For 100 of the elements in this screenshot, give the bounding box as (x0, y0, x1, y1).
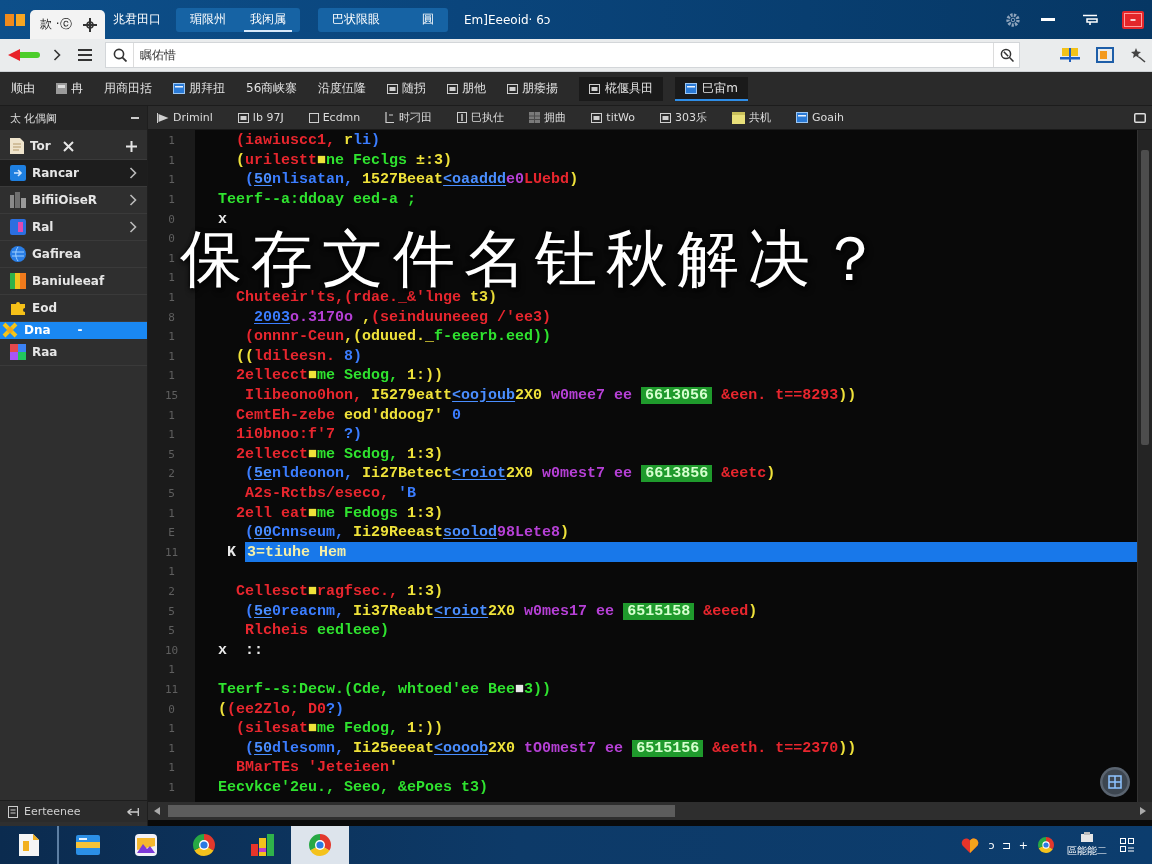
arrow-right-icon[interactable] (1140, 807, 1146, 815)
line-number: 1 (167, 741, 176, 755)
arrow-bar-icon[interactable] (127, 807, 139, 816)
grid-circle-icon[interactable] (1100, 767, 1130, 797)
scrollbar-thumb[interactable] (168, 805, 675, 817)
back-arrow-icon[interactable] (8, 49, 40, 61)
code-line: Teerf--a:ddoay eed-a ; (218, 190, 417, 210)
title-tab[interactable]: 我闲属 (244, 7, 292, 32)
search-icon[interactable] (999, 48, 1014, 62)
framed-square-icon[interactable] (1096, 47, 1114, 63)
editor-tab[interactable]: 303乐 (659, 110, 707, 125)
code-line: 1i0bnoo:f'7 ?) (236, 425, 363, 445)
menu-icon[interactable] (78, 49, 92, 61)
chevron-right-icon[interactable] (129, 167, 137, 179)
sidebar-item[interactable]: Rancar (0, 160, 147, 187)
menu-item[interactable]: 朋痿揚 (507, 80, 559, 97)
code-line: ((ldileesn. 8) (236, 346, 363, 367)
line-number: 1 (167, 349, 176, 363)
close-icon[interactable] (62, 140, 74, 152)
segmented-circle-icon[interactable] (1038, 837, 1054, 853)
code-line: Cellesct■ragfsec., 1:3) (236, 581, 444, 602)
line-number: 1 (167, 193, 176, 207)
app-title: 兆君田口 (113, 11, 161, 28)
gear-icon[interactable] (1006, 12, 1020, 27)
editor-tab[interactable]: lb 97J (237, 111, 284, 124)
stripes-icon (10, 273, 26, 289)
code-line: (onnnr-Ceun,(oduued._f-eeerb.eed)) (245, 327, 552, 347)
close-icon[interactable] (1122, 10, 1144, 29)
menu-tab[interactable]: 椛偃具田 (579, 76, 664, 101)
line-number: 1 (167, 780, 176, 794)
folder-icon (76, 835, 100, 855)
chevron-right-icon[interactable] (129, 194, 137, 206)
line-number: 10 (163, 643, 180, 657)
globe-icon (10, 246, 26, 262)
editor-tab[interactable]: 巳执仕 (457, 110, 505, 125)
panel-icon (507, 83, 519, 94)
menu-item[interactable]: 56商峡寨 (246, 80, 298, 97)
plus-icon[interactable] (83, 17, 97, 32)
chevron-right-icon[interactable] (53, 49, 61, 61)
line-number: 11 (163, 682, 180, 696)
title-tab[interactable]: 圓 (416, 7, 440, 32)
editor-tab[interactable]: Driminl (157, 111, 213, 124)
menu-tab[interactable]: 巳宙m (675, 76, 748, 101)
menu-item[interactable]: 沿度伍隆 (318, 80, 367, 97)
sidebar-item[interactable]: BifiiOiseR (0, 187, 147, 214)
line-number: 1 (167, 153, 176, 167)
title-tab[interactable]: 瑂限州 (184, 7, 232, 32)
sidebar-item[interactable]: Raa (0, 339, 147, 366)
editor-tab[interactable]: 时刁田 (385, 110, 433, 125)
editor-tab[interactable]: Goaih (795, 111, 844, 124)
code-line: Rlcheis eedleee) (245, 621, 390, 641)
vertical-scrollbar[interactable] (1137, 130, 1152, 802)
blocks-icon (250, 834, 274, 856)
code-line: (50nlisatan, 1527Beeat<oaaddde0LUebd) (245, 170, 579, 190)
code-line: CemtEh-zebe eod'ddoog7' 0 (236, 405, 462, 425)
code-line: Ilibeono0hon, I5279eatt<oojoub2X0 w0mee7 ee 6613056 &een. t==8293)) (245, 386, 857, 406)
menu-item[interactable]: 朋他 (447, 80, 487, 97)
search-icon[interactable] (112, 48, 127, 62)
code-line: (silesat■me Fedog, 1:)) (236, 719, 444, 739)
tray-icon[interactable] (1060, 48, 1080, 62)
code-line: BMarTEs 'Jeteieen' (236, 758, 399, 778)
square-icon (56, 83, 67, 94)
line-number: 1 (167, 722, 176, 736)
restore-icon[interactable] (1082, 13, 1098, 26)
title-tab[interactable]: 巴状限眼 (326, 7, 386, 32)
sidebar-item[interactable]: Dna - (0, 322, 147, 339)
line-number: 1 (167, 428, 176, 442)
sidebar-item[interactable]: Ral (0, 214, 147, 241)
squares-icon[interactable] (1120, 838, 1134, 852)
panel-icon (659, 112, 671, 123)
arrow-tile-icon (10, 165, 26, 181)
line-number: 0 (167, 212, 176, 226)
menu-item[interactable]: 用商田括 (104, 80, 152, 97)
arrow-left-icon[interactable] (154, 807, 160, 815)
scrollbar-thumb[interactable] (1141, 150, 1149, 445)
heart-icon[interactable] (960, 837, 979, 853)
star-icon[interactable] (1130, 47, 1146, 63)
sidebar-item[interactable]: Baniuleeaf (0, 268, 147, 295)
editor-tab[interactable]: 拥曲 (529, 110, 567, 125)
editor-tab[interactable]: titWo (591, 111, 635, 124)
line-number: 1 (167, 134, 176, 148)
sidebar-item[interactable]: Gafirea (0, 241, 147, 268)
box-icon[interactable] (1081, 832, 1093, 842)
editor-tab[interactable]: 共机 (731, 110, 771, 125)
sidebar-footer-label: Eerteenee (24, 805, 81, 818)
line-number: 1 (167, 506, 176, 520)
code-line: K 3=tiuhe Hem (227, 542, 1137, 563)
menu-item[interactable]: 朋拜扭 (173, 80, 225, 97)
horizontal-scrollbar[interactable] (148, 802, 1152, 820)
menu-item[interactable]: 顺由 (11, 80, 35, 97)
browser-tab[interactable]: 款 ·ⓒ (30, 10, 105, 39)
code-line: Eecvkce'2eu., Seeo, &ePoes t3) (218, 777, 489, 798)
photo-icon (135, 834, 157, 856)
maximize-icon[interactable] (1134, 112, 1146, 123)
menu-item[interactable]: 冉 (56, 80, 83, 97)
editor-tab[interactable]: Ecdmn (308, 111, 361, 124)
chevron-right-icon[interactable] (129, 221, 137, 233)
panel-icon (589, 83, 601, 94)
window-icon (685, 83, 698, 94)
menu-item[interactable]: 随拐 (387, 80, 427, 97)
